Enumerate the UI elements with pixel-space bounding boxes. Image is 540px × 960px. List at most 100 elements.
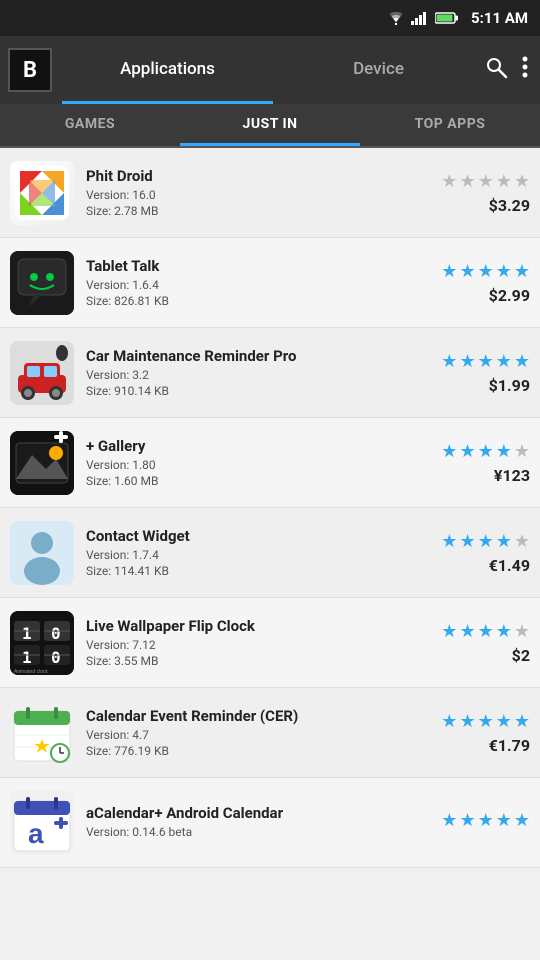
app-version: Version: 0.14.6 beta <box>86 825 420 839</box>
star-1: ★ <box>441 171 457 192</box>
app-version: Version: 7.12 <box>86 638 420 652</box>
star-2: ★ <box>459 810 475 831</box>
svg-text:Animated clock: Animated clock <box>14 669 48 675</box>
star-2: ★ <box>459 261 475 282</box>
star-3: ★ <box>478 261 494 282</box>
star-3: ★ <box>478 441 494 462</box>
star-1: ★ <box>441 351 457 372</box>
star-1: ★ <box>441 711 457 732</box>
app-name: Car Maintenance Reminder Pro <box>86 347 420 365</box>
star-1: ★ <box>441 261 457 282</box>
svg-text:1: 1 <box>22 648 32 667</box>
app-version: Version: 1.80 <box>86 458 420 472</box>
app-price: €1.49 <box>489 556 530 575</box>
app-icon-gallery <box>10 431 74 495</box>
star-3: ★ <box>478 711 494 732</box>
app-rating: ★ ★ ★ ★ ★ €1.79 <box>420 711 530 755</box>
app-name: Tablet Talk <box>86 257 420 275</box>
search-icon[interactable] <box>484 55 508 85</box>
star-1: ★ <box>441 810 457 831</box>
list-item[interactable]: Tablet Talk Version: 1.6.4 Size: 826.81 … <box>0 238 540 328</box>
star-2: ★ <box>459 351 475 372</box>
star-2: ★ <box>459 711 475 732</box>
app-info-tablet-talk: Tablet Talk Version: 1.6.4 Size: 826.81 … <box>86 257 420 308</box>
app-version: Version: 3.2 <box>86 368 420 382</box>
star-2: ★ <box>459 441 475 462</box>
tab-games[interactable]: GAMES <box>0 104 180 146</box>
app-info-flip-clock: Live Wallpaper Flip Clock Version: 7.12 … <box>86 617 420 668</box>
app-rating: ★ ★ ★ ★ ★ $3.29 <box>420 171 530 215</box>
app-price: $2.99 <box>489 286 530 305</box>
app-info-acalendar: aCalendar+ Android Calendar Version: 0.1… <box>86 804 420 841</box>
app-rating: ★ ★ ★ ★ ★ $2 <box>420 621 530 665</box>
star-1: ★ <box>441 531 457 552</box>
more-options-icon[interactable] <box>522 55 528 85</box>
star-3: ★ <box>478 351 494 372</box>
star-5: ★ <box>514 441 530 462</box>
list-item[interactable]: Contact Widget Version: 1.7.4 Size: 114.… <box>0 508 540 598</box>
star-4: ★ <box>496 531 512 552</box>
star-3: ★ <box>478 621 494 642</box>
list-item[interactable]: + Gallery Version: 1.80 Size: 1.60 MB ★ … <box>0 418 540 508</box>
app-icon-calendar-cer <box>10 701 74 765</box>
app-rating: ★ ★ ★ ★ ★ <box>420 810 530 835</box>
battery-icon <box>435 11 459 25</box>
header-tab-applications[interactable]: Applications <box>62 36 273 104</box>
stars: ★ ★ ★ ★ ★ <box>441 441 530 462</box>
app-name: + Gallery <box>86 437 420 455</box>
star-2: ★ <box>459 621 475 642</box>
app-size: Size: 2.78 MB <box>86 204 420 218</box>
app-rating: ★ ★ ★ ★ ★ $2.99 <box>420 261 530 305</box>
stars: ★ ★ ★ ★ ★ <box>441 171 530 192</box>
star-4: ★ <box>496 351 512 372</box>
star-5: ★ <box>514 171 530 192</box>
app-version: Version: 16.0 <box>86 188 420 202</box>
app-icon-phit-droid <box>10 161 74 225</box>
list-item[interactable]: 1 0 1 0 Animated clock Live Wallpaper Fl… <box>0 598 540 688</box>
app-name: aCalendar+ Android Calendar <box>86 804 420 822</box>
star-4: ★ <box>496 621 512 642</box>
stars: ★ ★ ★ ★ ★ <box>441 531 530 552</box>
app-size: Size: 826.81 KB <box>86 294 420 308</box>
star-1: ★ <box>441 621 457 642</box>
header-tab-device[interactable]: Device <box>273 36 484 104</box>
app-info-contact-widget: Contact Widget Version: 1.7.4 Size: 114.… <box>86 527 420 578</box>
app-name: Live Wallpaper Flip Clock <box>86 617 420 635</box>
list-item[interactable]: Calendar Event Reminder (CER) Version: 4… <box>0 688 540 778</box>
app-price: $3.29 <box>489 196 530 215</box>
app-info-phit-droid: Phit Droid Version: 16.0 Size: 2.78 MB <box>86 167 420 218</box>
app-price: ¥123 <box>494 466 530 485</box>
header-tabs: Applications Device <box>62 36 484 104</box>
list-item[interactable]: Car Maintenance Reminder Pro Version: 3.… <box>0 328 540 418</box>
star-5: ★ <box>514 621 530 642</box>
tab-just-in[interactable]: JUST IN <box>180 104 360 146</box>
app-logo: B <box>8 48 52 92</box>
app-info-calendar-cer: Calendar Event Reminder (CER) Version: 4… <box>86 707 420 758</box>
star-4: ★ <box>496 441 512 462</box>
header: B Applications Device <box>0 36 540 104</box>
tab-top-apps[interactable]: TOP APPS <box>360 104 540 146</box>
status-time: 5:11 AM <box>471 9 528 27</box>
star-4: ★ <box>496 261 512 282</box>
svg-text:1: 1 <box>22 624 32 643</box>
star-3: ★ <box>478 810 494 831</box>
star-4: ★ <box>496 711 512 732</box>
app-size: Size: 114.41 KB <box>86 564 420 578</box>
app-size: Size: 776.19 KB <box>86 744 420 758</box>
stars: ★ ★ ★ ★ ★ <box>441 711 530 732</box>
star-2: ★ <box>459 171 475 192</box>
app-icon-flip-clock: 1 0 1 0 Animated clock <box>10 611 74 675</box>
app-info-car-maintenance: Car Maintenance Reminder Pro Version: 3.… <box>86 347 420 398</box>
star-3: ★ <box>478 531 494 552</box>
app-price: $2 <box>512 646 530 665</box>
app-list: Phit Droid Version: 16.0 Size: 2.78 MB ★… <box>0 148 540 960</box>
list-item[interactable]: Phit Droid Version: 16.0 Size: 2.78 MB ★… <box>0 148 540 238</box>
signal-icon <box>411 11 429 25</box>
app-name: Contact Widget <box>86 527 420 545</box>
star-5: ★ <box>514 261 530 282</box>
star-4: ★ <box>496 810 512 831</box>
app-icon-acalendar: a <box>10 791 74 855</box>
star-1: ★ <box>441 441 457 462</box>
list-item[interactable]: a aCalendar+ Android Calendar Version: 0… <box>0 778 540 868</box>
app-name: Phit Droid <box>86 167 420 185</box>
